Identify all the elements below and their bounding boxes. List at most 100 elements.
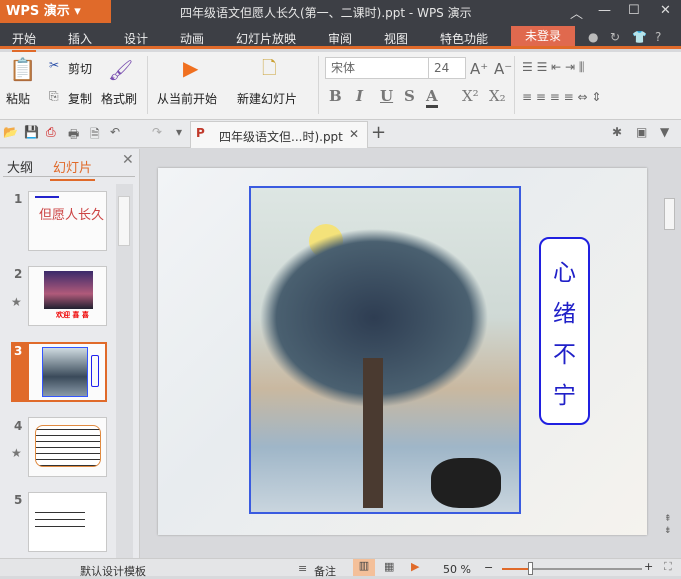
customize-dropdown-icon[interactable]: ▾ (176, 125, 182, 139)
text-char: 宁 (553, 383, 576, 409)
refresh-icon[interactable]: ↻ (610, 30, 620, 44)
help-icon[interactable]: ? (655, 30, 661, 44)
paste-icon: 📋 (9, 58, 37, 83)
align-icons[interactable]: ≡ ≡ ≡ ≡ ⇔ ⇕ (522, 90, 601, 104)
underline-button[interactable]: U (380, 87, 393, 105)
close-button[interactable]: ✕ (660, 3, 671, 18)
format-painter-button[interactable]: 格式刷 (101, 90, 137, 107)
cut-button[interactable]: 剪切 (68, 60, 92, 77)
notes-icon: ≡ (298, 562, 308, 575)
maximize-button[interactable]: ☐ (628, 3, 640, 18)
tab-design[interactable]: 设计 (124, 30, 148, 47)
slide-thumb-2[interactable]: 欢迎 喜 喜 (28, 266, 107, 326)
redo-icon[interactable]: ↷ (152, 125, 162, 139)
slide-thumb-1[interactable]: 但愿人长久 (28, 191, 107, 251)
login-button[interactable]: 未登录 (511, 26, 575, 46)
ppt-file-icon: P (196, 126, 205, 140)
font-name-select[interactable]: 宋体 (325, 57, 429, 79)
tab-view[interactable]: 视图 (384, 30, 408, 47)
tab-slides[interactable]: 幻灯片 (50, 157, 96, 181)
tab-slideshow[interactable]: 幻灯片放映 (236, 30, 296, 47)
scissors-icon: ✂ (49, 58, 60, 72)
bullets-icon[interactable]: ☰ ☰ ⇤ ⇥ ⫼ (522, 60, 584, 75)
play-from-current-button[interactable]: 从当前开始 (157, 90, 217, 107)
collapse-ribbon-icon[interactable]: ︿ (570, 3, 583, 22)
thumb-caption: 欢迎 喜 喜 (56, 311, 89, 319)
subscript-button[interactable]: X₂ (489, 87, 506, 105)
brush-icon: 🖌 (108, 58, 134, 82)
tree-trunk-shape (363, 358, 383, 508)
ribbon: 📋 粘贴 ✂ 剪切 ⎘ 复制 🖌 格式刷 ▶ 从当前开始 🗋 新建幻灯片 宋体 … (0, 52, 681, 120)
slide-number: 4 (14, 419, 23, 433)
slide-picture[interactable] (249, 186, 521, 514)
tab-outline[interactable]: 大纲 (7, 157, 33, 176)
play-icon: ▶ (183, 56, 199, 80)
rock-shape (431, 458, 501, 508)
slide-number: 3 (14, 344, 23, 358)
font-color-button[interactable]: A (426, 87, 438, 108)
copy-button[interactable]: 复制 (68, 90, 92, 107)
next-slide-icon[interactable]: ⇟ (664, 526, 672, 536)
minimize-button[interactable]: — (598, 3, 611, 18)
normal-view-button[interactable]: ▥ (353, 559, 375, 576)
text-char: 绪 (553, 301, 576, 327)
close-panel-icon[interactable]: ✕ (122, 152, 134, 168)
shrink-font-icon[interactable]: A⁻ (494, 60, 512, 78)
tab-menu-icon[interactable]: ▼ (660, 125, 669, 139)
zoom-out-button[interactable]: − (484, 561, 493, 574)
tab-insert[interactable]: 插入 (68, 30, 92, 47)
export-pdf-icon[interactable]: ⎙ (46, 125, 56, 140)
animation-star-icon: ★ (11, 446, 22, 460)
italic-button[interactable]: I (356, 87, 363, 105)
close-tab-icon[interactable]: ✕ (349, 127, 359, 141)
slide-number: 5 (14, 493, 23, 507)
status-bar: 默认设计模板 ≡ 备注 ▥ ▦ ▶ 50 % − + ⛶ (0, 558, 681, 579)
new-slide-button[interactable]: 新建幻灯片 (237, 90, 297, 107)
window-title: 四年级语文但愿人长久(第一、二课时).ppt - WPS 演示 (180, 6, 472, 20)
fit-window-icon[interactable]: ⛶ (664, 560, 672, 574)
new-slide-icon: 🗋 (262, 58, 277, 79)
new-tab-button[interactable]: + (371, 122, 386, 143)
slide-thumb-3[interactable] (29, 344, 105, 400)
slideshow-button[interactable]: ▶ (411, 560, 419, 573)
slides-panel: 大纲 幻灯片 ✕ 1 但愿人长久 2 ★ 欢迎 喜 喜 3 4 ★ 5 (0, 149, 140, 558)
grow-font-icon[interactable]: A⁺ (470, 60, 488, 78)
shadow-button[interactable]: S (404, 87, 415, 105)
window-icon[interactable]: ▣ (636, 125, 647, 139)
slide-thumb-5[interactable] (28, 492, 107, 552)
shirt-icon[interactable]: 👕 (632, 30, 647, 44)
animation-star-icon: ★ (11, 295, 22, 309)
title-bar: WPS 演示 ▾ 四年级语文但愿人长久(第一、二课时).ppt - WPS 演示… (0, 0, 681, 25)
tab-animation[interactable]: 动画 (180, 30, 204, 47)
print-preview-icon[interactable]: 🗎 (90, 125, 100, 146)
font-size-select[interactable]: 24 (428, 57, 466, 79)
superscript-button[interactable]: X² (462, 87, 479, 105)
paste-button[interactable]: 粘贴 (6, 90, 30, 107)
save-icon[interactable]: 💾 (24, 125, 39, 139)
notes-button[interactable]: 备注 (314, 563, 336, 579)
panel-scrollbar[interactable] (116, 184, 133, 558)
vertical-text-box[interactable]: 心 绪 不 宁 (539, 237, 590, 425)
zoom-in-button[interactable]: + (644, 560, 653, 573)
open-icon[interactable]: 📂 (3, 125, 18, 139)
text-char: 不 (553, 342, 576, 368)
print-icon[interactable]: 🖶 (68, 125, 79, 146)
tab-features[interactable]: 特色功能 (440, 30, 488, 47)
wps-menu-button[interactable]: WPS 演示 ▾ (0, 0, 111, 23)
tab-home[interactable]: 开始 (12, 30, 37, 52)
slide-number: 1 (14, 192, 23, 206)
document-tab[interactable]: P 四年级语文但...时).ppt ✕ (190, 121, 368, 148)
document-tab-label: 四年级语文但...时).ppt (219, 130, 343, 144)
bold-button[interactable]: B (329, 87, 342, 105)
prev-slide-icon[interactable]: ⇞ (664, 514, 672, 524)
template-name[interactable]: 默认设计模板 (80, 563, 146, 579)
slide-thumb-4[interactable] (28, 417, 107, 477)
canvas-scrollbar[interactable]: ⇞ ⇟ (663, 168, 676, 538)
sorter-view-button[interactable]: ▦ (384, 560, 394, 573)
tab-review[interactable]: 审阅 (328, 30, 352, 47)
undo-icon[interactable]: ↶ (110, 125, 120, 139)
zoom-slider[interactable] (502, 562, 642, 575)
app-logo: WPS 演示 (6, 4, 70, 19)
skin-icon[interactable]: ● (588, 30, 598, 44)
pin-icon[interactable]: ✱ (612, 125, 622, 139)
